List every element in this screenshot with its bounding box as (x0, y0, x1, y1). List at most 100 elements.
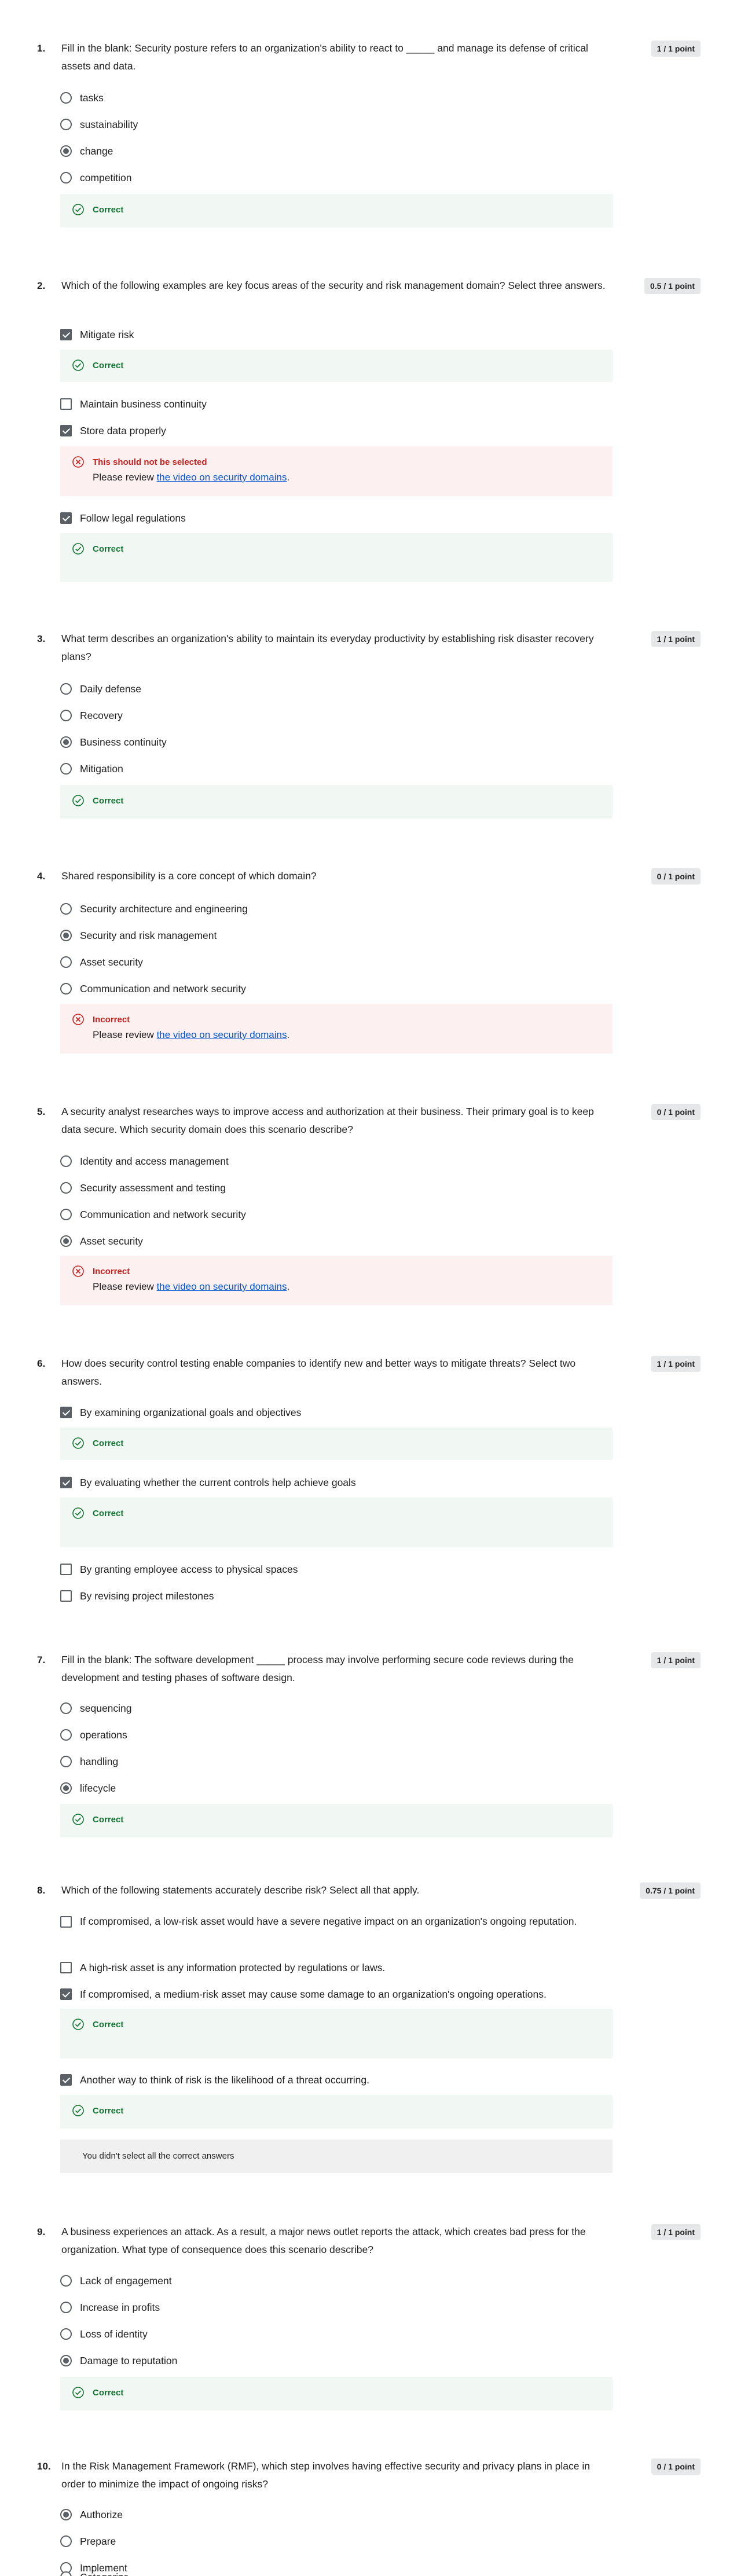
checkbox-checked[interactable] (60, 1477, 72, 1488)
option-sustainability[interactable]: sustainability (60, 116, 138, 133)
option-label: Daily defense (80, 682, 142, 695)
option-change[interactable]: change (60, 143, 113, 159)
checkbox[interactable] (60, 398, 72, 410)
radio-button-selected[interactable] (60, 1782, 72, 1794)
points-badge: 0 / 1 point (651, 1104, 701, 1120)
review-link[interactable]: the video on security domains (157, 472, 287, 483)
radio-button[interactable] (60, 2571, 72, 2576)
radio-button[interactable] (60, 1702, 72, 1714)
question-text: Which of the following examples are key … (61, 280, 606, 291)
option-label: Asset security (80, 956, 143, 968)
radio-button[interactable] (60, 2275, 72, 2287)
option-mitigate-risk[interactable]: Mitigate risk (60, 326, 134, 343)
radio-button-selected[interactable] (60, 930, 72, 941)
radio-button[interactable] (60, 1209, 72, 1220)
radio-button[interactable] (60, 763, 72, 775)
checkbox-checked[interactable] (60, 2074, 72, 2086)
radio-button[interactable] (60, 983, 72, 995)
option-high-risk-asset[interactable]: A high-risk asset is any information pro… (60, 1959, 385, 1976)
question-text: Fill in the blank: Security posture refe… (61, 42, 588, 72)
option-business-continuity[interactable]: Business continuity (60, 734, 167, 750)
option-examining-goals[interactable]: By examining organizational goals and ob… (60, 1404, 301, 1421)
option-handling[interactable]: handling (60, 1753, 118, 1770)
radio-button[interactable] (60, 1155, 72, 1167)
option-operations[interactable]: operations (60, 1727, 127, 1743)
option-follow-legal-regulations[interactable]: Follow legal regulations (60, 510, 186, 526)
radio-button[interactable] (60, 172, 72, 184)
radio-button[interactable] (60, 2535, 72, 2547)
option-lifecycle[interactable]: lifecycle (60, 1780, 116, 1796)
option-prepare[interactable]: Prepare (60, 2533, 116, 2549)
option-sequencing[interactable]: sequencing (60, 1700, 132, 1716)
radio-button[interactable] (60, 710, 72, 721)
option-authorize[interactable]: Authorize (60, 2507, 123, 2523)
option-store-data-properly[interactable]: Store data properly (60, 423, 166, 439)
option-security-architecture[interactable]: Security architecture and engineering (60, 901, 248, 917)
radio-button[interactable] (60, 92, 72, 104)
feedback-title: Correct (93, 1438, 124, 1448)
points-badge: 0.5 / 1 point (644, 278, 701, 294)
option-identity-access-management[interactable]: Identity and access management (60, 1153, 229, 1169)
option-competition[interactable]: competition (60, 170, 132, 186)
option-granting-access[interactable]: By granting employee access to physical … (60, 1561, 298, 1577)
option-damage-to-reputation[interactable]: Damage to reputation (60, 2353, 177, 2369)
points-badge: 1 / 1 point (651, 41, 701, 57)
option-tasks[interactable]: tasks (60, 90, 104, 106)
option-medium-risk-asset[interactable]: If compromised, a medium-risk asset may … (60, 1986, 547, 2002)
radio-button[interactable] (60, 1182, 72, 1194)
checkbox-checked[interactable] (60, 512, 72, 524)
feedback-title: Correct (93, 204, 124, 215)
review-suffix: . (287, 1029, 290, 1040)
checkbox[interactable] (60, 1962, 72, 1973)
option-asset-security[interactable]: Asset security (60, 954, 143, 970)
option-revising-milestones[interactable]: By revising project milestones (60, 1588, 214, 1604)
option-label: Authorize (80, 2508, 123, 2520)
option-label: Prepare (80, 2535, 116, 2547)
option-likelihood-of-threat[interactable]: Another way to think of risk is the like… (60, 2072, 369, 2088)
radio-button-selected[interactable] (60, 145, 72, 157)
review-link[interactable]: the video on security domains (157, 1029, 287, 1040)
review-link[interactable]: the video on security domains (157, 1281, 287, 1292)
option-evaluating-controls[interactable]: By evaluating whether the current contro… (60, 1474, 356, 1491)
radio-button[interactable] (60, 903, 72, 915)
option-security-risk-management[interactable]: Security and risk management (60, 927, 217, 944)
option-low-risk-asset[interactable]: If compromised, a low-risk asset would h… (60, 1913, 578, 1948)
option-increase-in-profits[interactable]: Increase in profits (60, 2299, 160, 2316)
option-daily-defense[interactable]: Daily defense (60, 681, 141, 697)
radio-button-selected[interactable] (60, 1235, 72, 1247)
question-number: 5. (37, 1106, 46, 1117)
option-label: Business continuity (80, 736, 167, 748)
question-number: 7. (37, 1654, 46, 1665)
feedback-incorrect: Incorrect Please review the video on sec… (60, 1256, 613, 1305)
radio-button[interactable] (60, 1756, 72, 1767)
feedback-title: Incorrect (93, 1014, 130, 1025)
radio-button[interactable] (60, 2302, 72, 2313)
radio-button[interactable] (60, 2328, 72, 2340)
radio-button-selected[interactable] (60, 2355, 72, 2366)
option-recovery[interactable]: Recovery (60, 707, 123, 724)
option-loss-of-identity[interactable]: Loss of identity (60, 2326, 148, 2342)
radio-button-selected[interactable] (60, 736, 72, 748)
checkbox[interactable] (60, 1564, 72, 1575)
option-maintain-business-continuity[interactable]: Maintain business continuity (60, 396, 207, 412)
checkbox-checked[interactable] (60, 329, 72, 340)
radio-button[interactable] (60, 956, 72, 968)
option-mitigation[interactable]: Mitigation (60, 761, 123, 777)
checkbox-checked[interactable] (60, 1988, 72, 2000)
option-label: By revising project milestones (80, 1590, 214, 1602)
checkbox[interactable] (60, 1590, 72, 1602)
option-security-assessment-testing[interactable]: Security assessment and testing (60, 1180, 226, 1196)
option-lack-of-engagement[interactable]: Lack of engagement (60, 2273, 172, 2289)
radio-button[interactable] (60, 683, 72, 695)
option-communication-network-security[interactable]: Communication and network security (60, 981, 246, 997)
radio-button[interactable] (60, 119, 72, 130)
option-communication-network-security[interactable]: Communication and network security (60, 1206, 246, 1223)
checkbox-checked[interactable] (60, 425, 72, 436)
option-categorize[interactable]: Categorize (60, 2571, 129, 2576)
checkbox[interactable] (60, 1916, 72, 1928)
radio-button[interactable] (60, 1729, 72, 1741)
radio-button-selected[interactable] (60, 2509, 72, 2520)
checkbox-checked[interactable] (60, 1407, 72, 1418)
option-asset-security[interactable]: Asset security (60, 1233, 143, 1249)
review-suffix: . (287, 472, 290, 483)
